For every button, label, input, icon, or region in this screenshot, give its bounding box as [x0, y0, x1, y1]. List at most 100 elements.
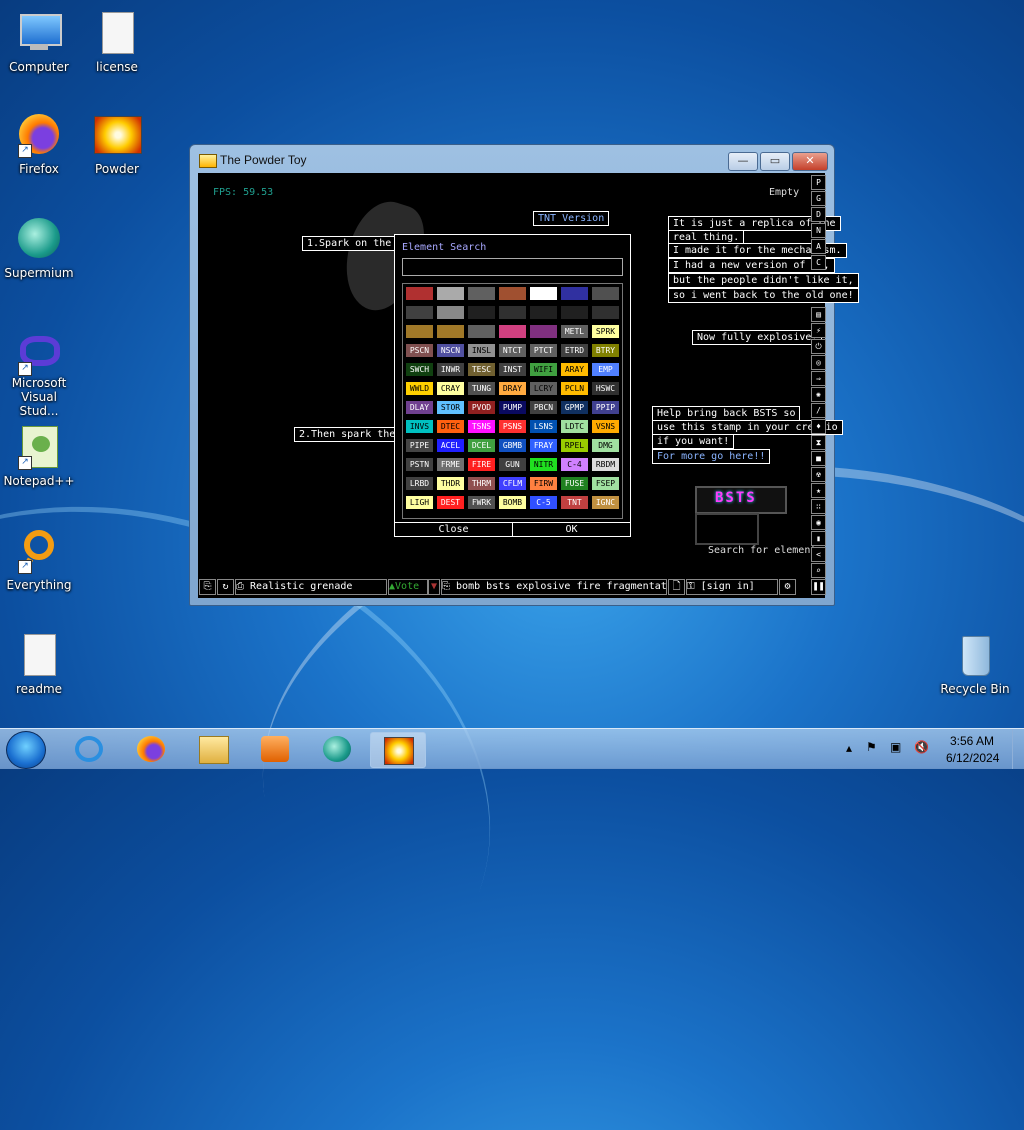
element-button-ptct[interactable]: PTCT [530, 344, 557, 357]
element-button-unlabeled[interactable] [468, 325, 495, 338]
life-menu-icon[interactable]: ∷ [811, 499, 826, 514]
taskbar-powder-toy[interactable] [370, 732, 426, 768]
walls-menu-icon[interactable]: ▤ [811, 307, 826, 322]
decoration-menu-icon[interactable]: < [811, 547, 826, 562]
menu-button-a[interactable]: A [811, 239, 826, 254]
element-button-vsns[interactable]: VSNS [592, 420, 619, 433]
show-desktop-button[interactable] [1012, 729, 1024, 769]
element-button-hswc[interactable]: HSWC [592, 382, 619, 395]
element-button-metl[interactable]: METL [561, 325, 588, 338]
volume-muted-icon[interactable]: 🔇 [914, 740, 929, 754]
element-button-unlabeled[interactable] [468, 287, 495, 300]
element-button-unlabeled[interactable] [468, 306, 495, 319]
element-button-rpel[interactable]: RPEL [561, 439, 588, 452]
element-button-bomb[interactable]: BOMB [499, 496, 526, 509]
element-button-ntct[interactable]: NTCT [499, 344, 526, 357]
element-button-invs[interactable]: INVS [406, 420, 433, 433]
window-titlebar[interactable]: The Powder Toy — ▭ ✕ [190, 145, 834, 175]
maximize-button[interactable]: ▭ [760, 152, 790, 171]
element-button-unlabeled[interactable] [530, 306, 557, 319]
desktop-icon-visual-studio[interactable]: ↗ Microsoft Visual Stud... [0, 330, 78, 418]
element-button-dcel[interactable]: DCEL [468, 439, 495, 452]
element-button-dlay[interactable]: DLAY [406, 401, 433, 414]
element-button-tesc[interactable]: TESC [468, 363, 495, 376]
menu-button-d[interactable]: D [811, 207, 826, 222]
element-button-frme[interactable]: FRME [437, 458, 464, 471]
element-button-pipe[interactable]: PIPE [406, 439, 433, 452]
favorites-menu-icon[interactable]: ▮ [811, 531, 826, 546]
tags-field[interactable]: ⎘ bomb bsts explosive fire fragmentation… [441, 579, 667, 595]
element-button-thdr[interactable]: THDR [437, 477, 464, 490]
open-browser-icon[interactable]: ⎘ [199, 579, 216, 595]
note-more-link[interactable]: For more go here!! [652, 449, 771, 464]
element-button-sprk[interactable]: SPRK [592, 325, 619, 338]
element-button-lsns[interactable]: LSNS [530, 420, 557, 433]
vote-down-button[interactable]: ▼ [428, 579, 440, 595]
sign-in-button[interactable]: ⚿ [sign in] [686, 579, 778, 595]
element-button-ppip[interactable]: PPIP [592, 401, 619, 414]
element-button-dray[interactable]: DRAY [499, 382, 526, 395]
element-button-pbcn[interactable]: PBCN [530, 401, 557, 414]
element-button-fuse[interactable]: FUSE [561, 477, 588, 490]
sensors-menu-icon[interactable]: ◎ [811, 355, 826, 370]
element-button-wifi[interactable]: WIFI [530, 363, 557, 376]
element-button-unlabeled[interactable] [437, 287, 464, 300]
element-button-tnt[interactable]: TNT [561, 496, 588, 509]
menu-button-c[interactable]: C [811, 255, 826, 270]
element-button-nscn[interactable]: NSCN [437, 344, 464, 357]
element-button-inwr[interactable]: INWR [437, 363, 464, 376]
element-button-tung[interactable]: TUNG [468, 382, 495, 395]
element-button-gpmp[interactable]: GPMP [561, 401, 588, 414]
search-icon[interactable]: ⌕ [811, 563, 826, 578]
element-button-cray[interactable]: CRAY [437, 382, 464, 395]
element-button-pscn[interactable]: PSCN [406, 344, 433, 357]
element-button-unlabeled[interactable] [530, 287, 557, 300]
liquids-menu-icon[interactable]: ♦ [811, 419, 826, 434]
desktop-icon-powder[interactable]: Powder [78, 112, 156, 176]
element-button-insl[interactable]: INSL [468, 344, 495, 357]
clock-date[interactable]: 6/12/2024 [946, 751, 999, 765]
solids-menu-icon[interactable]: ■ [811, 451, 826, 466]
network-icon[interactable]: ▣ [890, 740, 901, 754]
element-button-unlabeled[interactable] [437, 325, 464, 338]
element-button-dmg[interactable]: DMG [592, 439, 619, 452]
radioactive-menu-icon[interactable]: ☢ [811, 467, 826, 482]
new-simulation-icon[interactable]: 🗋 [668, 579, 685, 595]
element-button-unlabeled[interactable] [406, 287, 433, 300]
element-button-dtec[interactable]: DTEC [437, 420, 464, 433]
element-button-stor[interactable]: STOR [437, 401, 464, 414]
element-button-unlabeled[interactable] [406, 306, 433, 319]
special-menu-icon[interactable]: ★ [811, 483, 826, 498]
element-button-pvod[interactable]: PVOD [468, 401, 495, 414]
element-button-lrbd[interactable]: LRBD [406, 477, 433, 490]
element-button-dest[interactable]: DEST [437, 496, 464, 509]
element-button-etrd[interactable]: ETRD [561, 344, 588, 357]
tools-menu-icon[interactable]: ◉ [811, 515, 826, 530]
vote-up-button[interactable]: ▲Vote [388, 579, 428, 595]
game-canvas[interactable]: FPS: 59.53 Empty 1.Spark on the pin 2.Th… [198, 173, 859, 598]
desktop-icon-notepadpp[interactable]: ↗ Notepad++ [0, 424, 78, 488]
element-button-unlabeled[interactable] [499, 287, 526, 300]
element-button-c-4[interactable]: C-4 [561, 458, 588, 471]
element-button-unlabeled[interactable] [561, 306, 588, 319]
element-button-gbmb[interactable]: GBMB [499, 439, 526, 452]
menu-button-g[interactable]: G [811, 191, 826, 206]
action-center-flag-icon[interactable]: ⚑ [866, 740, 877, 754]
element-button-unlabeled[interactable] [499, 306, 526, 319]
clock-time[interactable]: 3:56 AM [950, 734, 994, 748]
reload-icon[interactable]: ↻ [217, 579, 234, 595]
element-button-unlabeled[interactable] [406, 325, 433, 338]
element-button-c-5[interactable]: C-5 [530, 496, 557, 509]
electronics-menu-icon[interactable]: ⚡ [811, 323, 826, 338]
explosives-menu-icon[interactable]: ✺ [811, 387, 826, 402]
element-button-fsep[interactable]: FSEP [592, 477, 619, 490]
element-button-pump[interactable]: PUMP [499, 401, 526, 414]
save-name-field[interactable]: ⎙ Realistic grenade [235, 579, 387, 595]
minimize-button[interactable]: — [728, 152, 758, 171]
element-button-pstn[interactable]: PSTN [406, 458, 433, 471]
element-button-aray[interactable]: ARAY [561, 363, 588, 376]
element-button-cflm[interactable]: CFLM [499, 477, 526, 490]
desktop-icon-supermium[interactable]: Supermium [0, 216, 78, 280]
element-button-rbdm[interactable]: RBDM [592, 458, 619, 471]
close-button[interactable]: ✕ [792, 152, 828, 171]
